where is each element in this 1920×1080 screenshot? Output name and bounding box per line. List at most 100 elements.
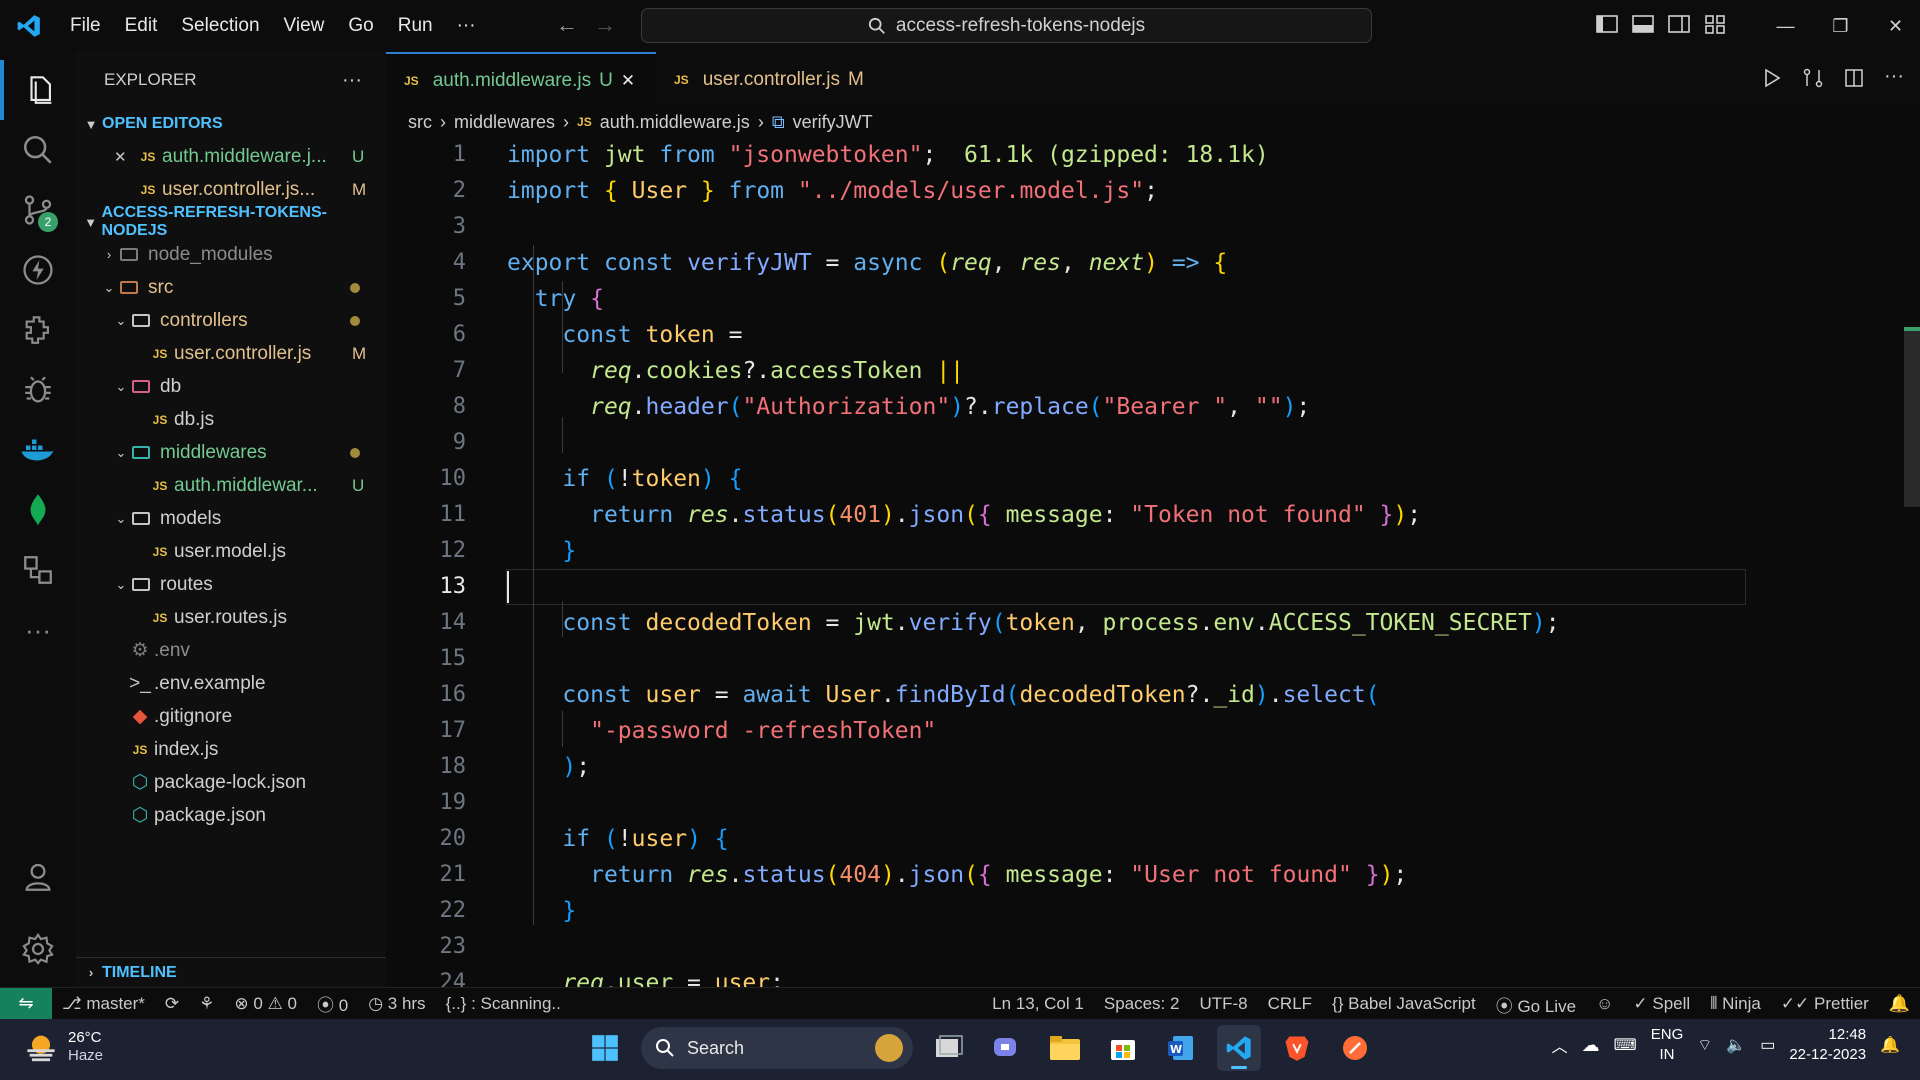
timeline-section[interactable]: › TIMELINE — [76, 957, 386, 987]
vscode-taskbar-icon[interactable] — [1217, 1025, 1261, 1071]
source-control-icon[interactable]: 2 — [0, 180, 76, 240]
encoding[interactable]: UTF-8 — [1189, 994, 1257, 1014]
thunder-client-icon[interactable] — [0, 240, 76, 300]
indentation[interactable]: Spaces: 2 — [1094, 994, 1190, 1014]
ports-indicator[interactable]: ⦿ 0 — [307, 991, 358, 1016]
menu-run[interactable]: Run — [386, 0, 445, 52]
spell-check[interactable]: ✓ Spell — [1623, 994, 1700, 1014]
tree-folder-src[interactable]: ⌄ src — [76, 271, 386, 304]
forward-arrow-icon[interactable]: → — [594, 12, 616, 38]
close-icon[interactable]: ✕ — [114, 148, 134, 166]
tree-folder-middlewares[interactable]: ⌄ middlewares — [76, 436, 386, 469]
file-explorer-icon[interactable] — [1043, 1025, 1087, 1071]
problems-indicator[interactable]: ⊗ 0 ⚠ 0 — [224, 994, 307, 1014]
toggle-primary-sidebar-icon[interactable] — [1596, 14, 1618, 34]
keyboard-icon[interactable]: ⌨ — [1614, 1035, 1637, 1055]
clock[interactable]: 12:48 22-12-2023 — [1789, 1025, 1866, 1065]
menu-selection[interactable]: Selection — [169, 0, 271, 52]
run-file-icon[interactable] — [1762, 68, 1782, 88]
breadcrumb-symbol[interactable]: verifyJWT — [793, 112, 873, 133]
tree-folder-node-modules[interactable]: › node_modules — [76, 238, 386, 271]
tree-file-user-model[interactable]: JS user.model.js — [76, 535, 386, 568]
tree-file-env[interactable]: ⚙ .env — [76, 634, 386, 667]
tree-folder-controllers[interactable]: ⌄ controllers — [76, 304, 386, 337]
line-ending[interactable]: CRLF — [1258, 994, 1322, 1014]
tree-file-auth-middleware[interactable]: JS auth.middlewar... U — [76, 469, 386, 502]
weather-widget[interactable]: 26°C Haze — [24, 1029, 103, 1065]
tab-auth-middleware[interactable]: JS auth.middleware.js U ✕ — [386, 52, 656, 107]
notification-center-icon[interactable]: 🔔 — [1880, 1035, 1900, 1055]
run-debug-icon[interactable] — [0, 360, 76, 420]
wifi-icon[interactable]: ⌔ — [1697, 1035, 1712, 1055]
tree-file-package[interactable]: ⬡ package.json — [76, 799, 386, 832]
open-editors-section[interactable]: ▼ OPEN EDITORS — [76, 108, 386, 140]
breadcrumb-file[interactable]: auth.middleware.js — [600, 112, 750, 133]
microsoft-store-icon[interactable] — [1101, 1025, 1145, 1071]
breadcrumb-src[interactable]: src — [408, 112, 432, 133]
mongodb-icon[interactable] — [0, 480, 76, 540]
toggle-secondary-sidebar-icon[interactable] — [1668, 14, 1690, 34]
teams-chat-icon[interactable] — [985, 1025, 1029, 1071]
cursor-position[interactable]: Ln 13, Col 1 — [982, 994, 1094, 1014]
explorer-more-icon[interactable]: ··· — [342, 69, 362, 92]
settings-gear-icon[interactable] — [0, 919, 76, 979]
volume-icon[interactable]: 🔈 — [1726, 1035, 1746, 1055]
open-editor-item[interactable]: ✕ JS auth.middleware.j... U — [76, 140, 386, 173]
menu-view[interactable]: View — [272, 0, 337, 52]
split-editor-icon[interactable] — [1844, 68, 1864, 88]
sync-icon[interactable]: ⟳ — [155, 994, 189, 1014]
notifications-bell-icon[interactable]: 🔔 — [1879, 994, 1920, 1014]
close-tab-icon[interactable]: ✕ — [621, 71, 635, 91]
language-mode[interactable]: {} Babel JavaScript — [1322, 994, 1486, 1014]
back-arrow-icon[interactable]: ← — [556, 12, 578, 38]
taskbar-search[interactable]: Search — [641, 1027, 913, 1069]
brave-browser-icon[interactable] — [1275, 1025, 1319, 1071]
editor-scrollbar[interactable] — [1904, 327, 1920, 507]
tab-user-controller[interactable]: JS user.controller.js M — [656, 52, 890, 107]
windows-start-icon[interactable] — [583, 1025, 627, 1071]
menu-go[interactable]: Go — [336, 0, 385, 52]
tree-file-package-lock[interactable]: ⬡ package-lock.json — [76, 766, 386, 799]
word-icon[interactable]: W — [1159, 1025, 1203, 1071]
tree-folder-routes[interactable]: ⌄ routes — [76, 568, 386, 601]
gitlens-icon[interactable]: ⚘ — [189, 994, 224, 1014]
open-editor-item[interactable]: JS user.controller.js... M — [76, 173, 386, 206]
chevron-up-icon[interactable]: ︿ — [1552, 1033, 1568, 1057]
task-view-icon[interactable] — [927, 1025, 971, 1071]
tree-file-gitignore[interactable]: ◆ .gitignore — [76, 700, 386, 733]
minimize-icon[interactable]: — — [1758, 16, 1813, 37]
command-center[interactable]: access-refresh-tokens-nodejs — [641, 8, 1372, 43]
onedrive-cloud-icon[interactable]: ☁ — [1582, 1035, 1600, 1056]
more-views-icon[interactable]: ··· — [0, 600, 76, 660]
branch-indicator[interactable]: ⎇ master* — [52, 994, 155, 1014]
customize-layout-icon[interactable] — [1704, 14, 1726, 34]
search-view-icon[interactable] — [0, 120, 76, 180]
copilot-icon[interactable]: ☺ — [1586, 994, 1623, 1014]
menu-edit[interactable]: Edit — [113, 0, 170, 52]
breadcrumb-middlewares[interactable]: middlewares — [454, 112, 555, 133]
close-window-icon[interactable]: ✕ — [1868, 16, 1920, 37]
ninja-indicator[interactable]: ⫴ Ninja — [1700, 994, 1771, 1014]
time-tracker[interactable]: ◷ 3 hrs — [358, 994, 435, 1014]
menu-file[interactable]: File — [58, 0, 113, 52]
tree-file-db[interactable]: JS db.js — [76, 403, 386, 436]
tree-folder-db[interactable]: ⌄ db — [76, 370, 386, 403]
go-live-button[interactable]: ⦿ Go Live — [1486, 992, 1586, 1017]
battery-icon[interactable]: ▭ — [1760, 1035, 1775, 1055]
postman-icon[interactable] — [1333, 1025, 1377, 1071]
compare-changes-icon[interactable] — [1802, 68, 1824, 88]
remote-explorer-icon[interactable] — [0, 540, 76, 600]
toggle-panel-icon[interactable] — [1632, 14, 1654, 34]
docker-icon[interactable] — [0, 420, 76, 480]
more-actions-icon[interactable]: ··· — [1884, 66, 1904, 88]
tree-file-env-example[interactable]: >_ .env.example — [76, 667, 386, 700]
project-section[interactable]: ▼ ACCESS-REFRESH-TOKENS-NODEJS — [76, 204, 386, 239]
code-editor[interactable]: 1 2 3 4 5 6 7 8 9 10 11 12 13 14 15 16 1… — [386, 137, 1920, 987]
menu-more[interactable]: ··· — [445, 0, 488, 52]
tree-file-user-controller[interactable]: JS user.controller.js M — [76, 337, 386, 370]
tree-file-user-routes[interactable]: JS user.routes.js — [76, 601, 386, 634]
extensions-icon[interactable] — [0, 300, 76, 360]
tree-folder-models[interactable]: ⌄ models — [76, 502, 386, 535]
accounts-icon[interactable] — [0, 847, 76, 907]
explorer-icon[interactable] — [0, 60, 76, 120]
